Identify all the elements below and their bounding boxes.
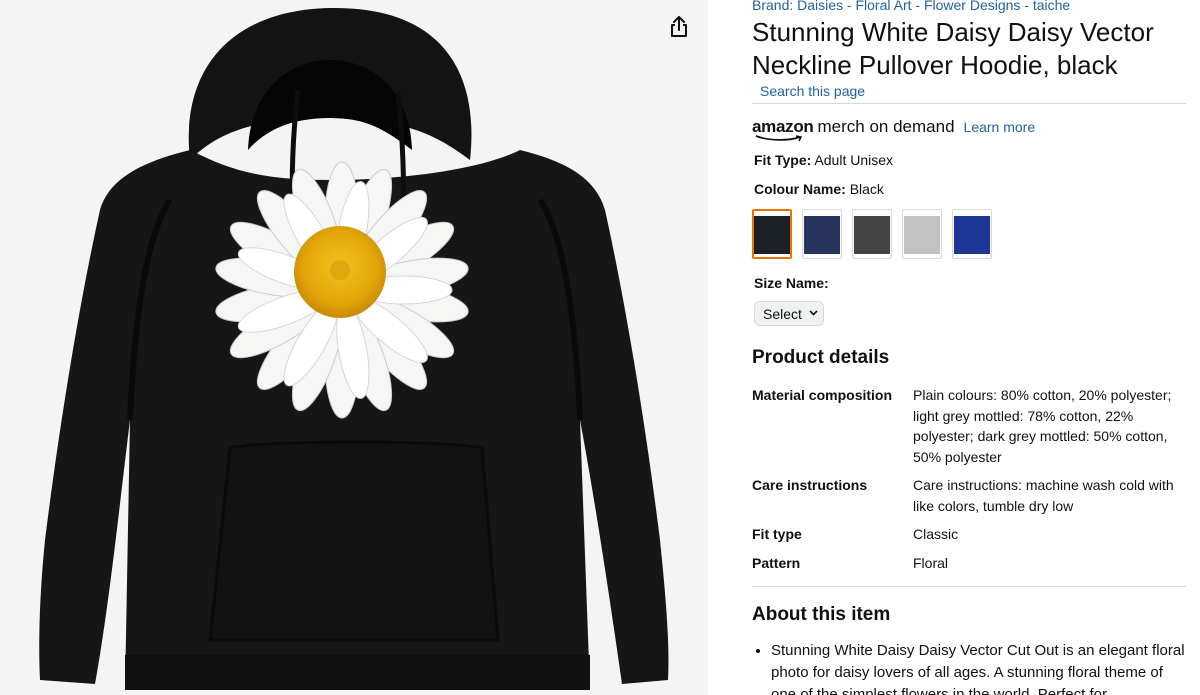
swatch-black[interactable] <box>752 209 792 259</box>
list-item: Stunning White Daisy Daisy Vector Cut Ou… <box>771 640 1188 695</box>
spec-value: Classic <box>913 526 959 542</box>
amazon-logo-text: amazon <box>752 117 814 136</box>
spec-key: Material composition <box>752 387 893 403</box>
swatch-navy[interactable] <box>802 209 842 259</box>
divider <box>752 103 1186 104</box>
swatch-chip <box>804 216 840 254</box>
learn-more-link[interactable]: Learn more <box>964 119 1036 135</box>
spec-value: Care instructions: machine wash cold wit… <box>913 477 1174 514</box>
spec-value: Plain colours: 80% cotton, 20% polyester… <box>913 387 1172 465</box>
size-name-row: Size Name: <box>754 275 829 291</box>
spec-value: Floral <box>913 555 949 571</box>
colour-name-label: Colour Name: <box>754 181 846 197</box>
swatch-chip <box>954 216 990 254</box>
fit-type-row: Fit Type: Adult Unisex <box>754 152 893 168</box>
swatch-chip <box>854 216 890 254</box>
swatch-dark-grey[interactable] <box>852 209 892 259</box>
amazon-logo: amazon <box>752 117 814 142</box>
spec-key: Care instructions <box>752 477 868 493</box>
product-title: Stunning White Daisy Daisy Vector Neckli… <box>752 17 1154 80</box>
swatch-chip <box>754 216 790 254</box>
colour-name-value: Black <box>849 181 884 197</box>
size-name-label: Size Name: <box>754 275 829 291</box>
share-icon <box>671 16 687 37</box>
colour-swatches <box>752 209 1002 259</box>
colour-name-row: Colour Name: Black <box>754 181 884 197</box>
spec-key: Pattern <box>752 555 801 571</box>
share-button[interactable] <box>666 14 692 40</box>
about-bullets: Stunning White Daisy Daisy Vector Cut Ou… <box>752 640 1188 695</box>
product-details-heading: Product details <box>752 347 890 368</box>
search-this-page-link[interactable]: Search this page <box>760 83 865 99</box>
fit-type-value: Adult Unisex <box>814 152 894 168</box>
fit-type-label: Fit Type: <box>754 152 812 168</box>
product-image-pane[interactable] <box>0 0 708 695</box>
swatch-royal-blue[interactable] <box>952 209 992 259</box>
merch-on-demand-banner: amazon merch on demand Learn more <box>752 117 1036 142</box>
product-image-hoodie[interactable] <box>0 0 708 695</box>
swatch-chip <box>904 216 940 254</box>
size-select-dropdown[interactable]: Select <box>754 301 824 326</box>
product-details-pane: Brand: Daisies - Floral Art - Flower Des… <box>752 0 1188 695</box>
about-this-item-heading: About this item <box>752 604 891 625</box>
amazon-smile-icon <box>755 135 803 142</box>
chevron-down-icon <box>809 308 818 319</box>
divider <box>752 586 1186 587</box>
swatch-light-grey[interactable] <box>902 209 942 259</box>
merch-on-demand-label: merch on demand <box>817 117 955 136</box>
brand-link[interactable]: Brand: Daisies - Floral Art - Flower Des… <box>752 0 1070 13</box>
spec-key: Fit type <box>752 526 802 542</box>
size-select-value: Select <box>763 305 802 322</box>
